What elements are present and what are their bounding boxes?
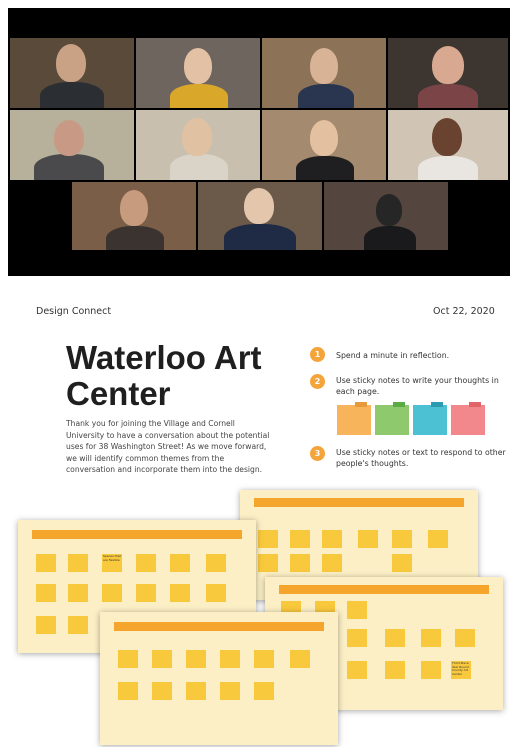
sticky-note-blue <box>413 402 447 435</box>
step-text: Spend a minute in reflection. <box>336 351 450 360</box>
org-label: Design Connect <box>36 306 112 317</box>
participant-video-tile[interactable] <box>10 38 134 108</box>
slide-header: Design Connect Oct 22, 2020 <box>0 300 510 320</box>
sticky-note-pink <box>451 402 485 435</box>
step-number-badge: 2 <box>310 374 325 389</box>
step-number-badge: 3 <box>310 446 325 461</box>
sticky-note-green <box>375 402 409 435</box>
participant-video-tile[interactable] <box>388 110 508 180</box>
date-label: Oct 22, 2020 <box>433 306 495 317</box>
participant-video-tile[interactable] <box>198 182 322 250</box>
board-header-bar <box>32 530 242 539</box>
sticky-note-text: Spaces that are flexible <box>102 554 122 572</box>
board-header-bar <box>279 585 489 594</box>
board-thumbnail[interactable] <box>100 612 338 745</box>
step-text: Use sticky notes or text to respond to o… <box>336 448 506 468</box>
slide-description: Thank you for joining the Village and Co… <box>66 419 270 475</box>
board-header-bar <box>254 498 464 507</box>
step-text: Use sticky notes to write your thoughts … <box>336 376 499 396</box>
slide-title: Waterloo Art Center <box>66 339 262 412</box>
participant-video-tile[interactable] <box>136 38 260 108</box>
video-conference-grid <box>8 8 510 276</box>
participant-video-tile[interactable] <box>388 38 508 108</box>
participant-video-tile[interactable] <box>262 38 386 108</box>
participant-video-tile[interactable] <box>10 110 134 180</box>
step-number-badge: 1 <box>310 347 325 362</box>
participant-video-tile[interactable] <box>324 182 448 250</box>
participant-video-tile[interactable] <box>136 110 260 180</box>
participant-video-tile[interactable] <box>262 110 386 180</box>
participant-video-tile[interactable] <box>72 182 196 250</box>
board-header-bar <box>114 622 324 631</box>
sticky-note-orange <box>337 402 371 435</box>
sticky-note-text: Third Place Year Round County Art Center <box>451 661 471 679</box>
